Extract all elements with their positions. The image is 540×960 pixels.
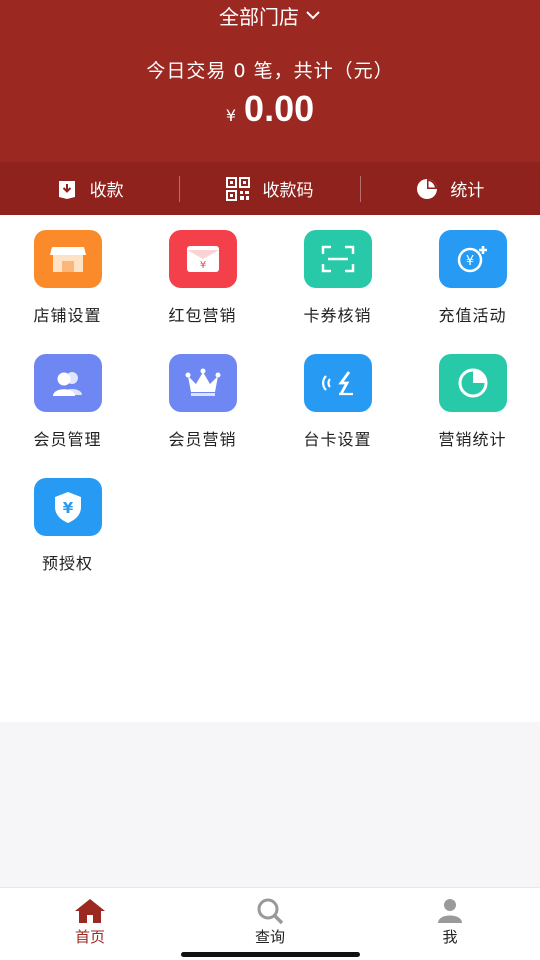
tile-pre-authorization[interactable]: ¥ 预授权 [0,463,135,587]
recharge-icon: ¥ [438,230,507,288]
home-icon [75,899,105,923]
home-indicator [181,952,360,957]
tile-label: 会员营销 [168,430,237,449]
store-selector-label: 全部门店 [219,4,299,29]
tab-home[interactable]: 首页 [0,888,180,960]
tab-home-label: 首页 [74,928,105,946]
tile-marketing-statistics[interactable]: 营销统计 [405,339,540,463]
quick-actions: 收款 收款码 统计 [0,162,540,215]
tile-table-card-settings[interactable]: 台卡设置 [270,339,405,463]
store-icon [33,230,102,288]
tile-label: 营销统计 [438,430,507,449]
qr-code-icon [226,176,251,201]
statistics-label: 统计 [450,181,485,201]
transaction-summary: 今日交易 0 笔，共计（元） [146,60,394,82]
search-icon [257,898,284,924]
amount-row: ¥ 0.00 [0,88,540,130]
tile-member-marketing[interactable]: 会员营销 [135,339,270,463]
tile-label: 红包营销 [168,306,237,325]
nfc-icon [303,354,372,412]
bottom-tab-bar: 首页 查询 我 [0,887,540,960]
crown-icon [168,354,237,412]
payment-code-label: 收款码 [262,181,314,201]
pie-chart-icon [417,178,438,199]
tile-coupon-verify[interactable]: 卡券核销 [270,215,405,339]
tab-query[interactable]: 查询 [180,888,360,960]
tile-red-envelope[interactable]: ¥ 红包营销 [135,215,270,339]
tile-label: 会员管理 [33,430,102,449]
red-envelope-icon: ¥ [168,230,237,288]
members-icon [33,354,102,412]
svg-text:¥: ¥ [199,260,205,271]
tile-recharge[interactable]: ¥ 充值活动 [405,215,540,339]
tile-member-management[interactable]: 会员管理 [0,339,135,463]
tile-store-settings[interactable]: 店铺设置 [0,215,135,339]
tile-label: 卡券核销 [303,306,372,325]
chevron-down-icon [306,11,320,20]
svg-text:¥: ¥ [465,254,473,269]
feature-grid: 店铺设置 ¥ 红包营销 卡券核销 ¥ 充值活动 会员管理 会员营销 台卡设置 营… [0,215,540,722]
download-icon [58,180,75,199]
tile-label: 充值活动 [438,306,507,325]
store-selector[interactable]: 全部门店 [0,0,540,30]
statistics-button[interactable]: 统计 [361,162,540,215]
pie-chart-icon [438,354,507,412]
scan-icon [303,230,372,288]
collect-payment-button[interactable]: 收款 [0,162,179,215]
total-amount: 0.00 [244,88,315,129]
tile-label: 预授权 [41,554,93,573]
collect-payment-label: 收款 [89,181,124,201]
tile-label: 店铺设置 [33,306,102,325]
tile-label: 台卡设置 [303,430,372,449]
header: 全部门店 今日交易 0 笔，共计（元） ¥ 0.00 [0,0,540,162]
currency-symbol: ¥ [225,106,237,125]
user-icon [438,899,462,923]
tab-query-label: 查询 [254,928,285,946]
tab-me[interactable]: 我 [360,888,540,960]
shield-yen-icon: ¥ [33,478,102,536]
svg-text:¥: ¥ [62,499,73,517]
tab-me-label: 我 [442,928,458,946]
payment-code-button[interactable]: 收款码 [180,162,359,215]
